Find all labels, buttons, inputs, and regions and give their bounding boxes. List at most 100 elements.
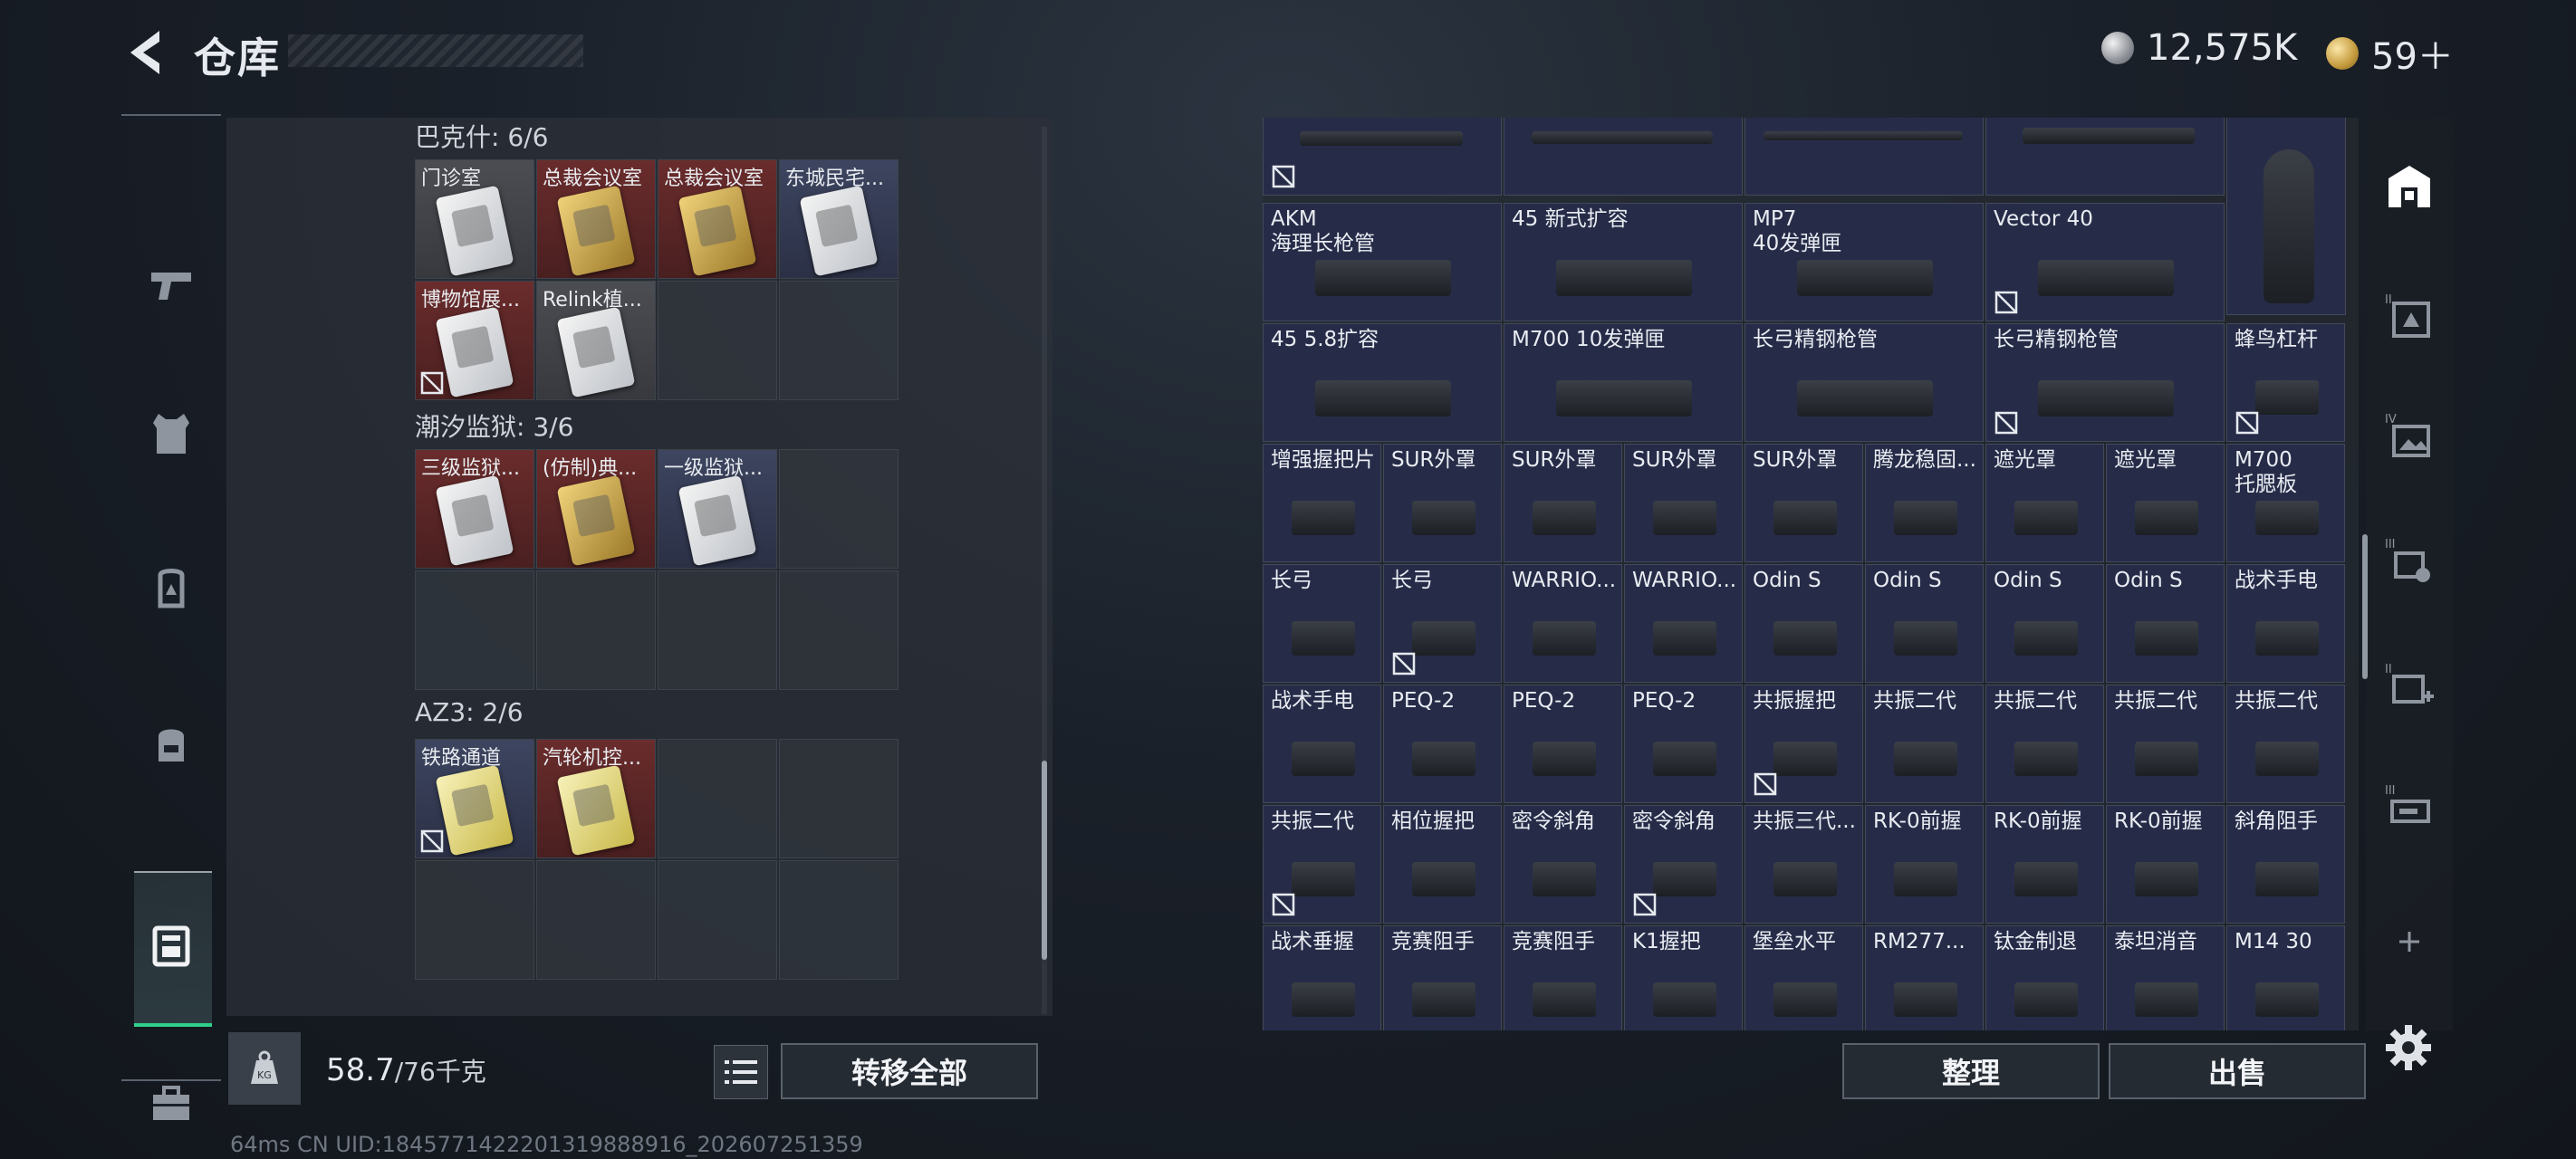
empty-slot[interactable] (779, 860, 899, 980)
item-cell[interactable]: 长弓精钢枪管 (1745, 323, 1984, 442)
item-cell[interactable]: PEQ-2 (1504, 685, 1622, 803)
item-cell[interactable] (1745, 118, 1984, 196)
nav-tier2-medical[interactable]: II (2379, 656, 2440, 717)
keycard-slot[interactable]: 三级监狱... (415, 449, 534, 569)
empty-slot[interactable] (779, 449, 899, 569)
item-cell[interactable]: 共振二代 (2226, 685, 2345, 803)
item-cell[interactable]: M14 30 (2226, 925, 2345, 1030)
item-cell[interactable]: RK-0前握 (1985, 805, 2104, 924)
item-cell[interactable]: 钛金制退 (1985, 925, 2104, 1030)
sell-button[interactable]: 出售 (2109, 1043, 2366, 1099)
keycard-slot[interactable]: 总裁会议室 (536, 159, 656, 279)
item-cell[interactable]: 长弓 (1383, 564, 1502, 683)
nav-tier3-b[interactable]: III (2379, 777, 2440, 838)
list-view-button[interactable] (714, 1045, 768, 1099)
empty-slot[interactable] (415, 570, 534, 690)
item-cell[interactable]: 战术手电 (1263, 685, 1381, 803)
item-cell[interactable]: 遮光罩 (1985, 444, 2104, 562)
back-arrow-icon[interactable] (123, 27, 168, 78)
item-cell[interactable]: 共振三代... (1745, 805, 1863, 924)
item-cell[interactable]: WARRIO... (1624, 564, 1743, 683)
keycard-slot[interactable]: 铁路通道 (415, 739, 534, 858)
item-cell[interactable]: RM277... (1865, 925, 1984, 1030)
item-cell[interactable]: 密令斜角 (1504, 805, 1622, 924)
item-cell[interactable]: 密令斜角 (1624, 805, 1743, 924)
currency-premium[interactable]: 59＋ (2326, 27, 2454, 80)
keycard-slot[interactable]: 博物馆展... (415, 281, 534, 400)
item-cell[interactable]: 共振握把 (1745, 685, 1863, 803)
empty-slot[interactable] (415, 860, 534, 980)
nav-tier3-a[interactable]: III (2379, 531, 2440, 592)
item-cell[interactable]: 长弓 (1263, 564, 1381, 683)
empty-slot[interactable] (658, 281, 777, 400)
item-cell[interactable]: M700 10发弹匣 (1504, 323, 1743, 442)
nav-tier2[interactable]: II (2379, 286, 2440, 348)
item-cell[interactable]: 遮光罩 (2106, 444, 2225, 562)
nav-backpack[interactable] (138, 710, 205, 777)
item-cell[interactable]: SUR外罩 (1624, 444, 1743, 562)
item-cell[interactable]: M700 托腮板 (2226, 444, 2345, 562)
item-cell[interactable] (1263, 118, 1502, 196)
item-cell[interactable]: Vector 40 (1985, 203, 2225, 321)
empty-slot[interactable] (779, 739, 899, 858)
items-scrollbar[interactable] (2362, 534, 2368, 679)
item-cell[interactable]: 45 5.8扩容 (1263, 323, 1502, 442)
item-cell[interactable]: 竞赛阻手 (1383, 925, 1502, 1030)
nav-tier4[interactable]: IV (2379, 406, 2440, 467)
transfer-all-button[interactable]: 转移全部 (781, 1043, 1038, 1099)
empty-slot[interactable] (658, 739, 777, 858)
item-cell[interactable]: WARRIO... (1504, 564, 1622, 683)
item-cell[interactable]: Odin S (2106, 564, 2225, 683)
item-cell[interactable]: Odin S (1865, 564, 1984, 683)
item-cell[interactable]: 共振二代 (2106, 685, 2225, 803)
item-cell[interactable]: 泰坦消音 (2106, 925, 2225, 1030)
keycard-slot[interactable]: 东城民宅... (779, 159, 899, 279)
nav-all-items[interactable] (2379, 156, 2440, 217)
item-cell[interactable]: 相位握把 (1383, 805, 1502, 924)
nav-containers[interactable] (138, 911, 205, 978)
item-cell[interactable]: AKM 海理长枪管 (1263, 203, 1502, 321)
item-cell[interactable]: 共振二代 (1263, 805, 1381, 924)
keycard-slot[interactable]: 门诊室 (415, 159, 534, 279)
item-cell[interactable]: RK-0前握 (1865, 805, 1984, 924)
keycard-slot[interactable]: 汽轮机控... (536, 739, 656, 858)
keycard-slot[interactable]: 一级监狱... (658, 449, 777, 569)
empty-slot[interactable] (779, 570, 899, 690)
item-cell[interactable]: K1握把 (1624, 925, 1743, 1030)
item-cell[interactable]: 战术手电 (2226, 564, 2345, 683)
sort-button[interactable]: 整理 (1842, 1043, 2100, 1099)
item-cell[interactable]: 堡垒水平 (1745, 925, 1863, 1030)
item-cell[interactable]: 蜂鸟杠杆 (2226, 323, 2345, 442)
nav-weapons[interactable] (138, 250, 205, 317)
empty-slot[interactable] (658, 860, 777, 980)
empty-slot[interactable] (658, 570, 777, 690)
item-cell[interactable]: SUR外罩 (1383, 444, 1502, 562)
item-cell[interactable]: 共振二代 (1985, 685, 2104, 803)
item-cell[interactable]: 斜角阻手 (2226, 805, 2345, 924)
item-cell[interactable]: MP7 40发弹匣 (1745, 203, 1984, 321)
item-cell[interactable]: SUR外罩 (1504, 444, 1622, 562)
item-cell[interactable]: PEQ-2 (1383, 685, 1502, 803)
settings-button[interactable] (2379, 1018, 2438, 1078)
keycard-slot[interactable]: 总裁会议室 (658, 159, 777, 279)
item-cell[interactable] (2226, 118, 2346, 315)
item-cell[interactable] (1504, 118, 1743, 196)
item-cell[interactable]: 增强握把片 (1263, 444, 1381, 562)
stash-scrollbar[interactable] (1042, 127, 1047, 1014)
item-cell[interactable]: 共振二代 (1865, 685, 1984, 803)
item-cell[interactable]: 长弓精钢枪管 (1985, 323, 2225, 442)
item-cell[interactable]: 竞赛阻手 (1504, 925, 1622, 1030)
empty-slot[interactable] (536, 570, 656, 690)
keycard-slot[interactable]: (仿制)典... (536, 449, 656, 569)
nav-armor[interactable] (138, 400, 205, 467)
add-category-button[interactable] (2379, 911, 2440, 972)
item-cell[interactable]: RK-0前握 (2106, 805, 2225, 924)
empty-slot[interactable] (779, 281, 899, 400)
item-cell[interactable]: Odin S (1745, 564, 1863, 683)
item-cell[interactable]: 腾龙稳固... (1865, 444, 1984, 562)
keycard-slot[interactable]: Relink植... (536, 281, 656, 400)
empty-slot[interactable] (536, 860, 656, 980)
item-cell[interactable]: PEQ-2 (1624, 685, 1743, 803)
item-cell[interactable] (1985, 118, 2225, 196)
nav-helmet[interactable] (138, 556, 205, 623)
